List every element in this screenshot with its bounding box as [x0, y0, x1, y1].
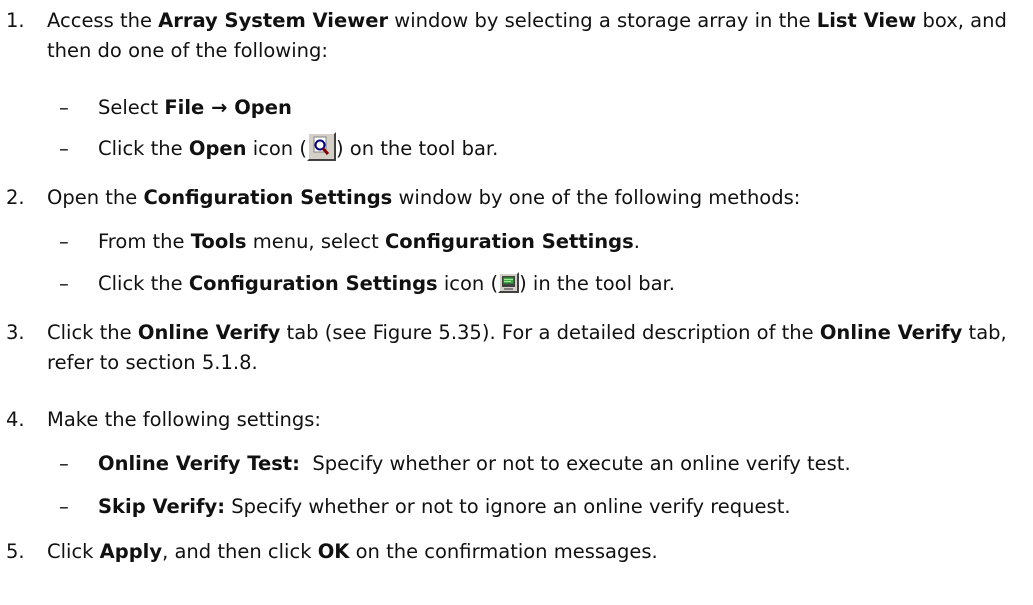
emphasis-text: Online Verify — [137, 321, 281, 344]
step-1: 1. Access the Array System Viewer window… — [6, 6, 1028, 66]
substep-4a: – Online Verify Test: Specify whether or … — [59, 449, 1029, 479]
step-number: 1. — [6, 9, 25, 32]
setting-name: Online Verify Test: — [98, 452, 300, 475]
emphasis-text: Open — [188, 137, 247, 160]
emphasis-text: Online Verify — [819, 321, 963, 344]
document-page: 1. Access the Array System Viewer window… — [0, 0, 1033, 605]
step-2: 2. Open the Configuration Settings windo… — [6, 183, 1028, 213]
substep-4b: – Skip Verify: Specify whether or not to … — [59, 492, 1029, 522]
emphasis-text: Configuration Settings — [188, 272, 438, 295]
emphasis-text: OK — [317, 540, 350, 563]
step-3: 3. Click the Online Verify tab (see Figu… — [6, 318, 1028, 378]
menu-path: File → Open — [164, 96, 292, 119]
emphasis-text: Configuration Settings — [384, 230, 634, 253]
configuration-settings-icon — [498, 272, 520, 293]
emphasis-text: List View — [816, 9, 917, 32]
substep-2b: – Click the Configuration Settings icon (… — [59, 269, 1029, 299]
open-magnifier-icon — [306, 132, 336, 161]
step-number: 2. — [6, 186, 25, 209]
step-text: Make the following settings: — [47, 408, 321, 431]
step-text: Click the Online Verify tab (see Figure … — [47, 321, 1007, 374]
substep-2a: – From the Tools menu, select Configurati… — [59, 227, 1029, 257]
step-text: Click Apply, and then click OK on the co… — [47, 540, 658, 563]
step-number: 4. — [6, 408, 25, 431]
step-text: Open the Configuration Settings window b… — [47, 186, 801, 209]
emphasis-text: Apply — [99, 540, 163, 563]
step-number: 5. — [6, 540, 25, 563]
step-4: 4. Make the following settings: — [6, 405, 1028, 435]
dash-bullet: – — [59, 495, 69, 518]
emphasis-text: Array System Viewer — [158, 9, 389, 32]
emphasis-text: Configuration Settings — [143, 186, 393, 209]
dash-bullet: – — [59, 452, 69, 475]
dash-bullet: – — [59, 272, 69, 295]
step-number: 3. — [6, 321, 25, 344]
setting-name: Skip Verify: — [98, 495, 225, 518]
dash-bullet: – — [59, 137, 69, 160]
substep-1b: – Click the Open icon () on the tool bar. — [59, 132, 1029, 164]
step-5: 5. Click Apply, and then click OK on the… — [6, 537, 1028, 567]
substep-1a: – Select File → Open — [59, 93, 1029, 123]
dash-bullet: – — [59, 230, 69, 253]
step-text: Access the Array System Viewer window by… — [47, 9, 1007, 62]
dash-bullet: – — [59, 96, 69, 119]
emphasis-text: Tools — [190, 230, 247, 253]
